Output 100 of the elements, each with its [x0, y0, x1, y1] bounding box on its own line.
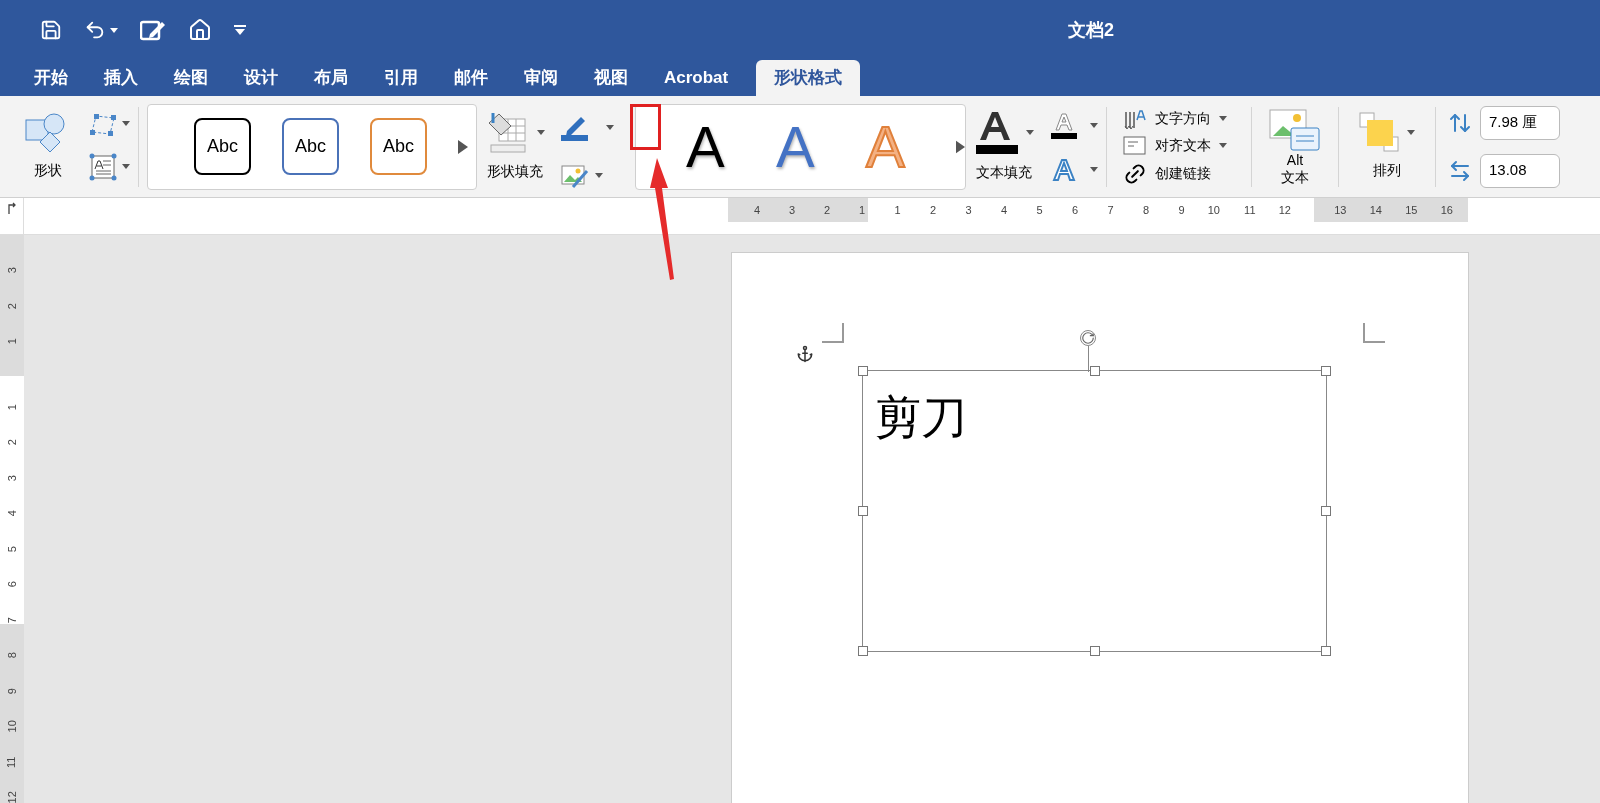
customize-icon[interactable]	[234, 25, 246, 35]
gallery-more-icon[interactable]	[458, 139, 468, 154]
resize-handle[interactable]	[858, 506, 868, 516]
ruler-number: 12	[4, 791, 19, 803]
save-icon[interactable]	[40, 19, 62, 41]
ruler-number: 2	[823, 202, 831, 218]
ruler-number: 3	[965, 202, 973, 218]
align-text-button[interactable]: 对齐文本	[1123, 134, 1243, 157]
caret-icon[interactable]	[122, 164, 130, 169]
ruler-number: 7	[1107, 202, 1115, 218]
resize-handle[interactable]	[858, 366, 868, 376]
caret-icon[interactable]	[110, 27, 118, 33]
ruler-number: 2	[4, 439, 19, 446]
ruler-number: 4	[753, 202, 761, 218]
text-fill-icon	[974, 110, 1018, 154]
resize-handle[interactable]	[858, 646, 868, 656]
ruler-number: 3	[788, 202, 796, 218]
height-field[interactable]: 7.98 厘	[1480, 105, 1560, 140]
text-box-text: 剪刀	[875, 390, 967, 444]
caret-icon[interactable]	[122, 121, 130, 126]
ruler-number: 5	[4, 545, 19, 552]
caret-icon[interactable]	[1090, 123, 1098, 128]
shape-style-button[interactable]: Abc	[194, 118, 251, 175]
ribbon-tab[interactable]: 绘图	[156, 60, 226, 96]
corner-mark	[1363, 323, 1385, 343]
caret-icon[interactable]	[595, 173, 603, 178]
ribbon-tab[interactable]: 开始	[16, 60, 86, 96]
tab-stop-icon[interactable]	[6, 202, 17, 214]
ribbon-tab[interactable]: 邮件	[436, 60, 506, 96]
caret-icon[interactable]	[1407, 129, 1415, 135]
caret-icon[interactable]	[606, 125, 614, 130]
ruler-number: 12	[1278, 202, 1292, 218]
caret-icon[interactable]	[1026, 129, 1034, 135]
width-icon	[1448, 158, 1472, 183]
caret-icon[interactable]	[1090, 167, 1098, 172]
arrange-button[interactable]: 排列	[1347, 112, 1427, 181]
ruler-number: 7	[4, 616, 19, 623]
ruler-number: 8	[1142, 202, 1150, 218]
shape-fill-button[interactable]: 形状填充	[485, 111, 545, 182]
resize-handle[interactable]	[1089, 646, 1100, 656]
text-fill-button[interactable]: 文本填充	[974, 110, 1034, 183]
picture-text-icon	[1269, 107, 1321, 152]
ruler-number: 1	[858, 202, 866, 218]
undo-icon[interactable]	[84, 19, 106, 41]
home-icon[interactable]	[188, 18, 212, 42]
rotate-handle[interactable]	[1080, 330, 1096, 346]
caret-icon[interactable]	[1219, 143, 1227, 148]
ribbon-tab[interactable]: Acrobat	[646, 60, 747, 96]
ruler-number: 4	[4, 510, 19, 517]
width-field[interactable]: 13.08	[1480, 153, 1560, 188]
resize-handle[interactable]	[1321, 366, 1331, 376]
text-direction-button[interactable]: 文字方向	[1123, 107, 1243, 130]
ruler-number: 2	[4, 302, 19, 309]
text-outline-icon[interactable]	[1050, 111, 1078, 140]
arrange-icon	[1359, 112, 1399, 152]
ruler-number: 9	[4, 687, 19, 694]
picture-brush-icon[interactable]	[561, 162, 589, 189]
pen-icon[interactable]	[561, 114, 589, 141]
edit-points-icon[interactable]	[88, 111, 118, 136]
text-effects-icon[interactable]	[1050, 157, 1078, 182]
ruler-number: 13	[1334, 202, 1348, 218]
ruler-number: 3	[4, 474, 19, 481]
ruler-number: 10	[4, 720, 19, 733]
resize-handle[interactable]	[1089, 366, 1100, 376]
ruler-number: 2	[929, 202, 937, 218]
shapes-button[interactable]: 形状	[16, 112, 80, 181]
ribbon-tab[interactable]: 审阅	[506, 60, 576, 96]
ruler-number: 15	[1405, 202, 1419, 218]
caret-icon[interactable]	[1219, 116, 1227, 121]
ruler-number: 6	[1071, 202, 1079, 218]
shape-style-button[interactable]: Abc	[282, 118, 339, 175]
ruler-number: 1	[894, 202, 902, 218]
corner-mark	[822, 323, 844, 343]
ruler-number: 8	[4, 652, 19, 659]
ribbon-tab[interactable]: 设计	[226, 60, 296, 96]
ruler-number: 16	[1440, 202, 1454, 218]
text-box-icon[interactable]	[88, 151, 118, 182]
window-title: 文档2	[1068, 18, 1114, 42]
ribbon-tab[interactable]: 视图	[576, 60, 646, 96]
align-text-icon	[1123, 134, 1147, 157]
ruler-number: 3	[4, 267, 19, 274]
gallery-more-icon[interactable]	[956, 139, 965, 154]
ribbon-tab[interactable]: 引用	[366, 60, 436, 96]
ruler-number: 14	[1369, 202, 1383, 218]
ribbon-tab[interactable]: 插入	[86, 60, 156, 96]
ribbon-tab[interactable]: 布局	[296, 60, 366, 96]
shape-style-button[interactable]: Abc	[370, 118, 427, 175]
alt-text-button[interactable]: Alt 文本	[1260, 107, 1330, 186]
resize-handle[interactable]	[1321, 506, 1331, 516]
create-link-button[interactable]: 创建链接	[1123, 161, 1243, 186]
anchor-icon	[796, 345, 814, 363]
resize-handle[interactable]	[1321, 646, 1331, 656]
ribbon-tab[interactable]: 形状格式	[756, 60, 861, 96]
ruler-number: 1	[4, 338, 19, 345]
caret-icon[interactable]	[537, 129, 545, 135]
ruler-number: 6	[4, 581, 19, 588]
edit-document-icon[interactable]	[140, 19, 166, 41]
ruler-number: 11	[4, 756, 19, 768]
ruler-number: 4	[1000, 202, 1008, 218]
text-direction-icon	[1123, 107, 1147, 130]
